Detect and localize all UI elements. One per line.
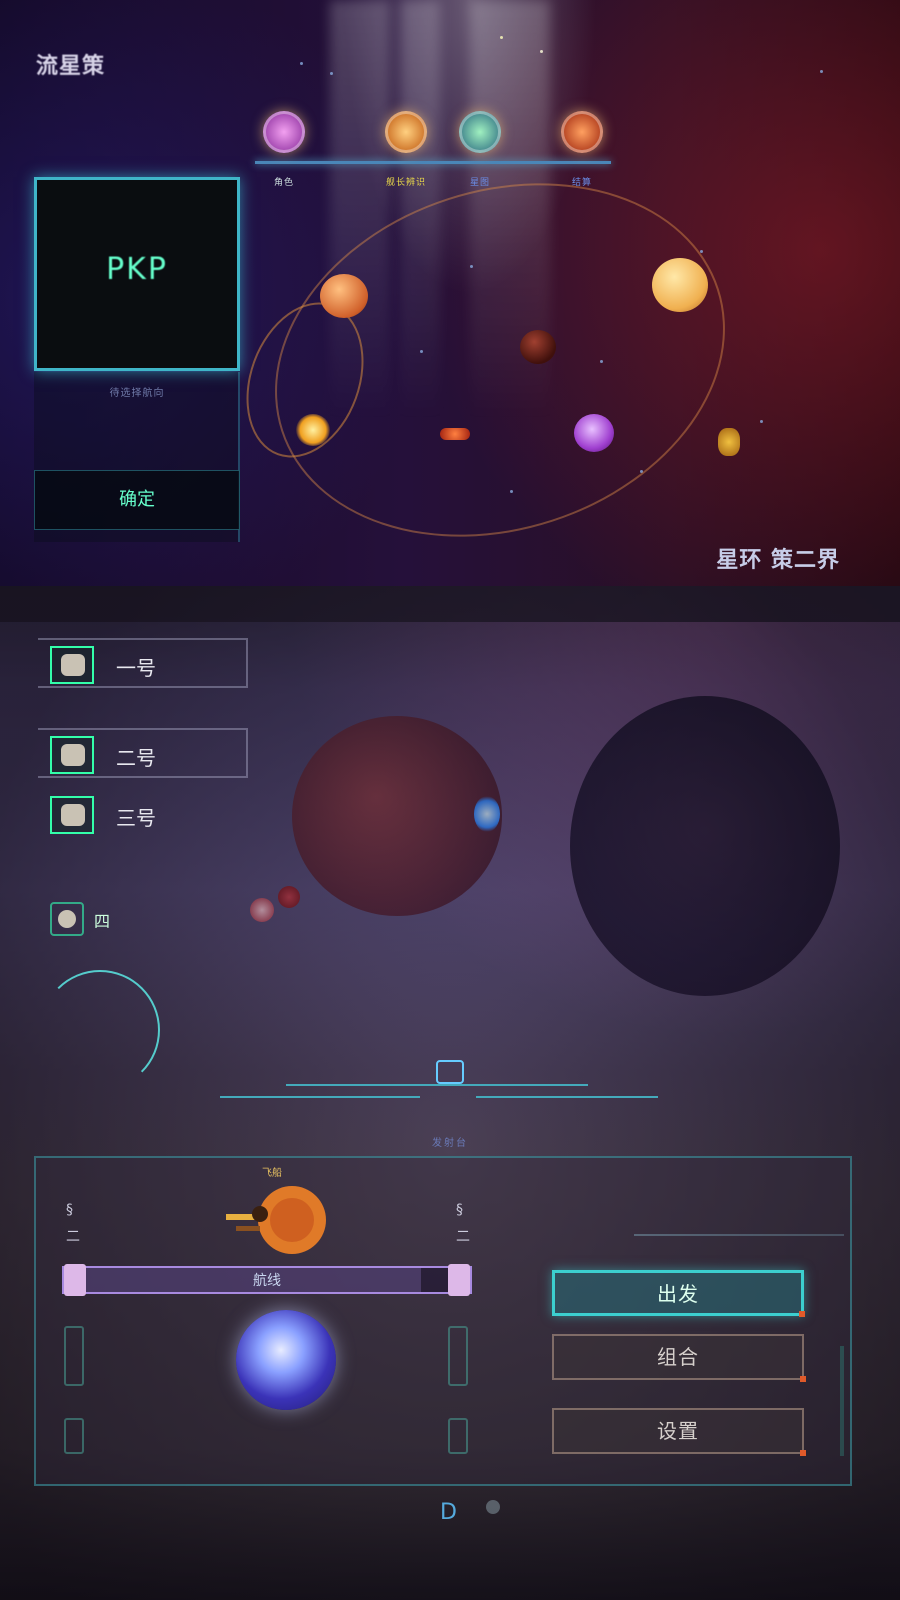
settings-button-label: 设置	[657, 1419, 699, 1443]
planet-orange[interactable]	[320, 274, 368, 318]
tab-settlement[interactable]: 结算	[537, 105, 627, 188]
divider-line	[220, 1096, 420, 1098]
character-tabs: 角色 舰长辨识 星图 结算	[255, 105, 615, 195]
preview-caption: 待选择航向	[109, 388, 165, 399]
sector-title: 星环 策二界	[716, 548, 840, 573]
star	[540, 50, 543, 53]
planet-dark-moon	[570, 696, 840, 996]
crew-item[interactable]: 三号	[38, 790, 248, 840]
planet-gold[interactable]	[652, 258, 708, 312]
section-divider	[220, 1084, 680, 1104]
crew-mini-label: 四	[94, 912, 111, 931]
crew-checkbox[interactable]	[50, 796, 94, 834]
stat-tick: §	[456, 1202, 463, 1218]
portrait-icon	[61, 744, 85, 766]
sun[interactable]	[296, 414, 330, 446]
stat-tick: 二	[456, 1229, 470, 1245]
crew-item[interactable]: 二号	[38, 728, 248, 778]
lock-icon[interactable]	[436, 1060, 464, 1084]
avatar-icon	[263, 111, 305, 153]
tab-label: 角色	[273, 178, 294, 188]
planet-dark[interactable]	[520, 330, 556, 364]
star	[760, 420, 763, 423]
crew-checkbox[interactable]	[50, 646, 94, 684]
planet-maroon	[292, 716, 502, 916]
route-label: 航线	[253, 1273, 281, 1289]
portrait-icon	[61, 804, 85, 826]
select-button[interactable]: 确定	[34, 470, 240, 530]
divider-line	[476, 1084, 588, 1086]
asteroid-cluster	[440, 428, 470, 440]
star	[300, 62, 303, 65]
tab-star-chart[interactable]: 星图	[435, 105, 525, 188]
star	[330, 72, 333, 75]
combine-button-label: 组合	[657, 1345, 699, 1369]
side-slot[interactable]	[448, 1326, 468, 1386]
launch-section-title: 发射台	[432, 1138, 468, 1149]
ship-label: 飞船	[262, 1168, 282, 1179]
moon-small	[278, 886, 300, 908]
crew-item[interactable]: 一号	[38, 638, 248, 688]
gauge-arc	[40, 970, 160, 1090]
combine-button[interactable]: 组合	[552, 1334, 806, 1382]
corner-pip	[800, 1450, 806, 1456]
tab-character[interactable]: 角色	[239, 105, 329, 188]
crew-mini-checkbox[interactable]	[50, 902, 84, 936]
corner-pip	[799, 1311, 805, 1317]
crew-checkbox[interactable]	[50, 736, 94, 774]
footer-glyph[interactable]: D	[440, 1500, 457, 1525]
avatar-icon	[385, 111, 427, 153]
blue-glow	[474, 796, 500, 832]
side-slot[interactable]	[448, 1418, 468, 1454]
launch-button-label: 出发	[657, 1282, 699, 1306]
divider-line	[286, 1084, 486, 1086]
game-title: 流星策	[36, 54, 106, 79]
avatar-icon	[459, 111, 501, 153]
launch-button[interactable]: 出发	[552, 1270, 805, 1317]
spaceship-icon[interactable]	[226, 1180, 336, 1260]
destination-planet[interactable]	[236, 1310, 336, 1410]
portrait-icon	[58, 910, 76, 928]
crew-name: 二号	[116, 746, 156, 770]
side-slot[interactable]	[64, 1326, 84, 1386]
footer-dot-icon[interactable]	[486, 1500, 500, 1514]
stat-tick: §	[66, 1202, 73, 1218]
star-map-panel: 流星策 角色 舰长辨识 星图 结算 ΡΚΡ 待选择航向 确定 星环 策二界	[0, 0, 900, 586]
side-slot[interactable]	[64, 1418, 84, 1454]
planet-violet[interactable]	[574, 414, 614, 452]
avatar-icon	[561, 111, 603, 153]
settings-button[interactable]: 设置	[552, 1408, 806, 1456]
character-preview[interactable]: ΡΚΡ	[34, 177, 240, 371]
divider-line	[476, 1096, 658, 1098]
preview-text: ΡΚΡ	[106, 252, 168, 287]
corner-pip	[800, 1376, 806, 1382]
comet	[718, 428, 740, 456]
crew-name: 一号	[116, 656, 156, 680]
star	[500, 36, 503, 39]
crew-name: 三号	[116, 806, 156, 830]
star	[820, 70, 823, 73]
stat-tick: 二	[66, 1229, 80, 1245]
portrait-icon	[61, 654, 85, 676]
moon-small	[250, 898, 274, 922]
panel-header-strip	[0, 586, 900, 622]
